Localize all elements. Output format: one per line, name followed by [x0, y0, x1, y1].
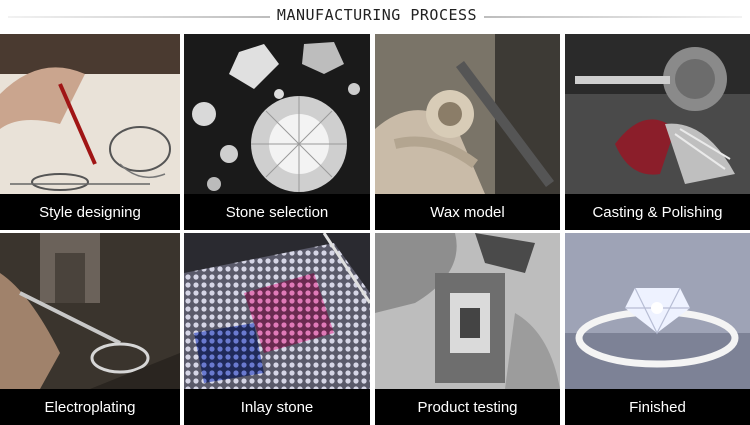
- page-header: MANUFACTURING PROCESS: [0, 0, 750, 34]
- diamonds-photo: [184, 34, 370, 194]
- header-rule-right: [484, 16, 742, 18]
- page-title: MANUFACTURING PROCESS: [276, 6, 478, 24]
- wax-carving-photo: [375, 34, 560, 194]
- step-style-designing: Style designing: [0, 34, 180, 230]
- step-label: Casting & Polishing: [565, 194, 750, 230]
- step-label: Wax model: [375, 194, 560, 230]
- process-grid: Style designing Stone selection Wax mode…: [0, 34, 750, 425]
- inlay-photo: [184, 233, 370, 389]
- step-product-testing: Product testing: [375, 233, 560, 425]
- step-label: Electroplating: [0, 389, 180, 425]
- step-inlay-stone: Inlay stone: [184, 233, 370, 425]
- header-rule-left: [8, 16, 270, 18]
- step-label: Finished: [565, 389, 750, 425]
- ring-photo: [565, 233, 750, 389]
- step-electroplating: Electroplating: [0, 233, 180, 425]
- testing-photo: [375, 233, 560, 389]
- step-label: Stone selection: [184, 194, 370, 230]
- electroplating-photo: [0, 233, 180, 389]
- step-label: Inlay stone: [184, 389, 370, 425]
- sketch-photo: [0, 34, 180, 194]
- step-label: Style designing: [0, 194, 180, 230]
- step-label: Product testing: [375, 389, 560, 425]
- step-casting-polishing: Casting & Polishing: [565, 34, 750, 230]
- step-finished: Finished: [565, 233, 750, 425]
- polishing-photo: [565, 34, 750, 194]
- step-stone-selection: Stone selection: [184, 34, 370, 230]
- step-wax-model: Wax model: [375, 34, 560, 230]
